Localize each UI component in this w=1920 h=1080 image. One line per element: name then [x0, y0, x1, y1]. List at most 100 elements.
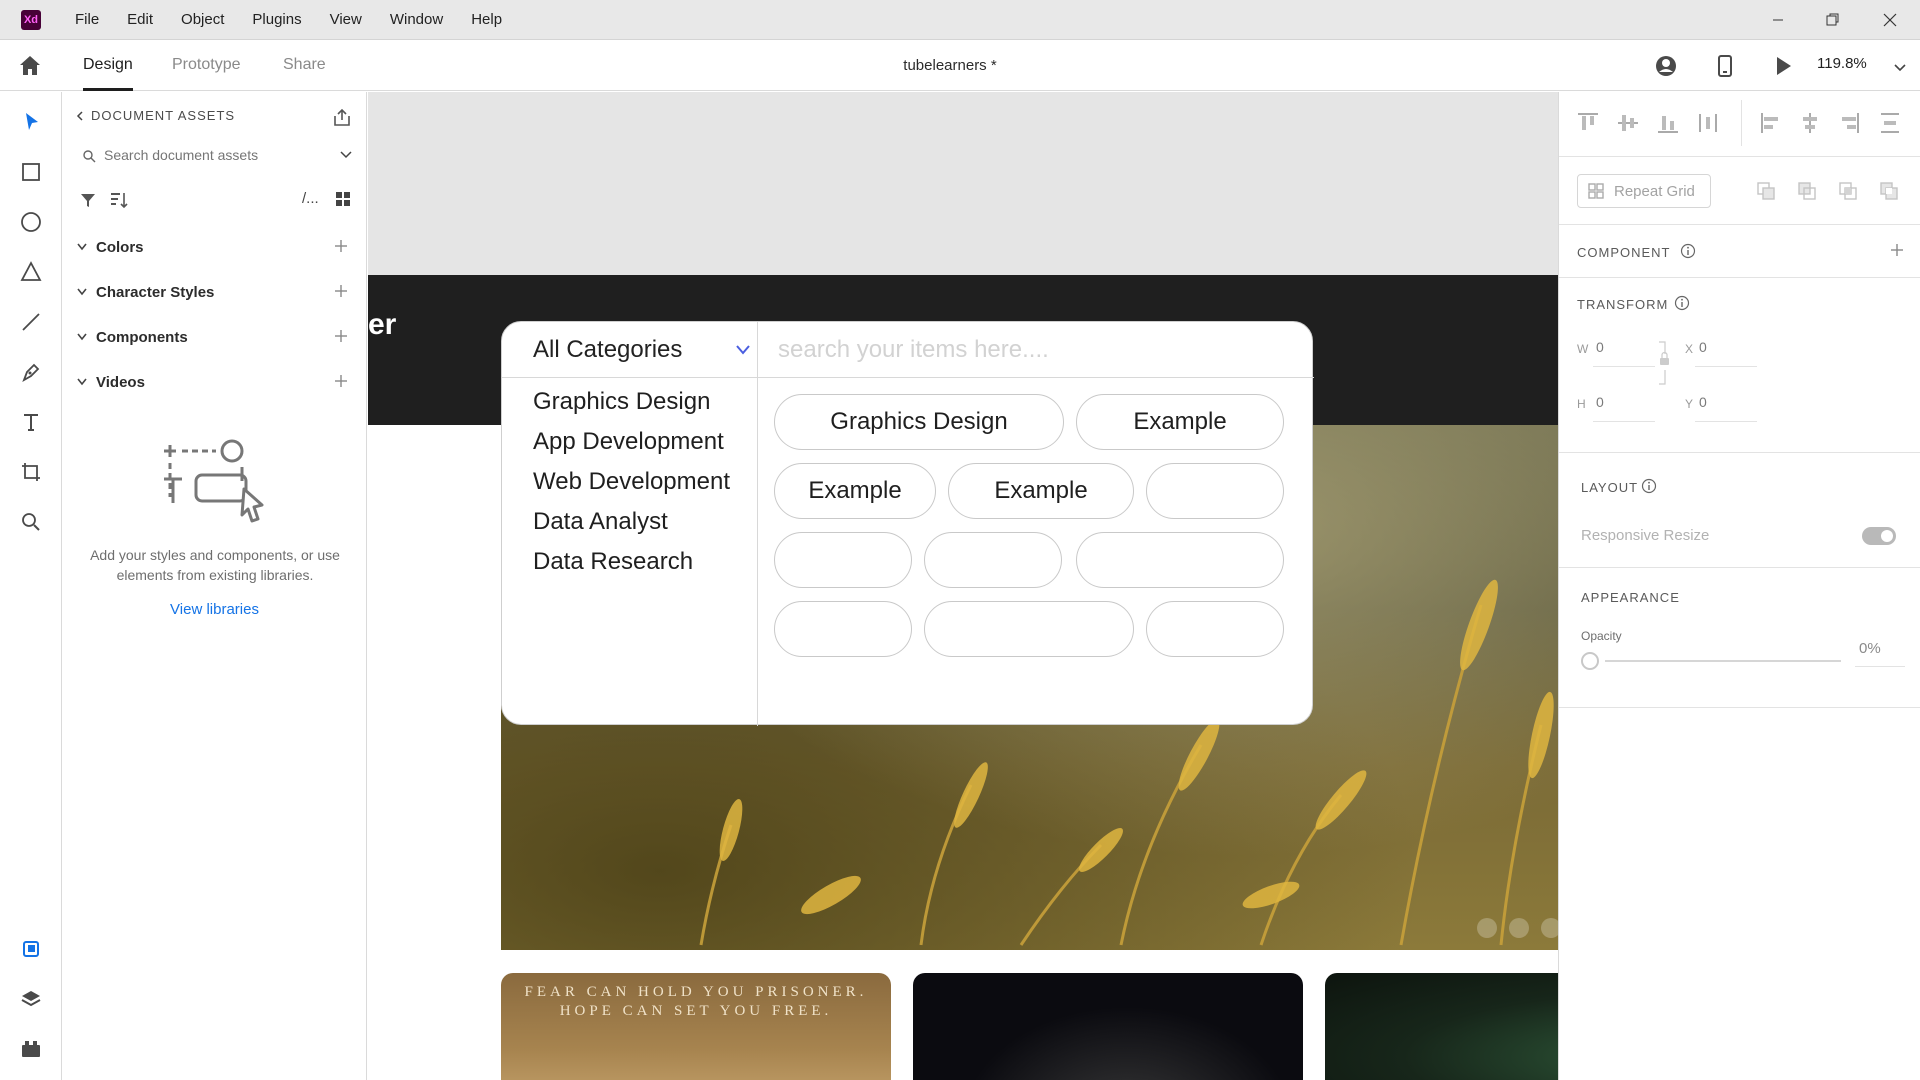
section-videos[interactable]: Videos [76, 370, 356, 394]
menu-edit[interactable]: Edit [113, 0, 167, 40]
menu-object[interactable]: Object [167, 0, 238, 40]
polygon-tool[interactable] [16, 257, 46, 287]
list-view-toggle[interactable]: /... [302, 190, 319, 207]
device-preview-button[interactable] [1711, 52, 1739, 80]
card-dark-image[interactable] [913, 973, 1303, 1080]
tag-pill[interactable]: Example [1076, 394, 1284, 450]
chevron-down-icon[interactable] [340, 151, 352, 160]
share-user-button[interactable] [1652, 52, 1680, 80]
chevron-down-icon[interactable] [735, 344, 751, 356]
artboard-tool[interactable] [16, 457, 46, 487]
select-tool[interactable] [16, 107, 46, 137]
plugins-panel-button[interactable] [16, 1034, 46, 1064]
distribute-horizontal-icon[interactable] [1693, 106, 1723, 140]
category-item[interactable]: Web Development [533, 466, 730, 506]
tag-pill[interactable]: Example [948, 463, 1134, 519]
menu-view[interactable]: View [316, 0, 376, 40]
search-items-input[interactable] [778, 332, 1288, 368]
tag-pill[interactable] [924, 532, 1062, 588]
field-underline [1593, 366, 1655, 367]
card-green-image[interactable] [1325, 973, 1558, 1080]
card-quote-image[interactable]: FEAR CAN HOLD YOU PRISONER. HOPE CAN SET… [501, 973, 891, 1080]
add-video-icon[interactable] [332, 372, 350, 390]
filter-button[interactable] [78, 190, 98, 210]
zoom-tool[interactable] [16, 507, 46, 537]
height-field[interactable]: 0 [1596, 394, 1604, 410]
distribute-vertical-icon[interactable] [1875, 106, 1905, 140]
add-character-style-icon[interactable] [332, 282, 350, 300]
info-icon[interactable] [1674, 295, 1690, 311]
align-left-icon[interactable] [1755, 106, 1785, 140]
sort-button[interactable] [108, 190, 130, 210]
tag-pill[interactable] [1146, 463, 1284, 519]
category-item[interactable]: Graphics Design [533, 386, 730, 426]
user-icon [1656, 56, 1676, 76]
boolean-intersect-icon[interactable] [1837, 180, 1859, 202]
lock-aspect-icon[interactable] [1657, 340, 1671, 388]
artboard[interactable]: er FEAR CAN HOLD YOU PRISONER. HOPE CAN … [368, 275, 1558, 1080]
close-button[interactable] [1867, 0, 1913, 40]
grid-view-toggle[interactable] [334, 190, 352, 208]
category-select[interactable]: All Categories [533, 336, 682, 364]
section-character-styles[interactable]: Character Styles [76, 280, 356, 304]
info-icon[interactable] [1680, 243, 1696, 259]
tag-pill[interactable] [1076, 532, 1284, 588]
design-canvas[interactable]: er FEAR CAN HOLD YOU PRISONER. HOPE CAN … [368, 92, 1558, 1080]
boolean-add-icon[interactable] [1755, 180, 1777, 202]
tag-pill[interactable] [1146, 601, 1284, 657]
tag-pill[interactable] [924, 601, 1134, 657]
boolean-subtract-icon[interactable] [1796, 180, 1818, 202]
category-item[interactable]: App Development [533, 426, 730, 466]
play-preview-button[interactable] [1769, 52, 1797, 80]
export-assets-button[interactable] [330, 106, 354, 130]
minimize-button[interactable] [1755, 0, 1801, 40]
align-center-icon[interactable] [1795, 106, 1825, 140]
align-top-icon[interactable] [1573, 106, 1603, 140]
x-field[interactable]: 0 [1699, 339, 1707, 355]
tag-pill[interactable] [774, 532, 912, 588]
layers-panel-button[interactable] [16, 984, 46, 1014]
menu-help[interactable]: Help [457, 0, 516, 40]
chevron-down-icon [77, 243, 87, 251]
boolean-exclude-icon[interactable] [1878, 180, 1900, 202]
zoom-level[interactable]: 119.8% [1817, 55, 1867, 72]
width-field[interactable]: 0 [1596, 339, 1604, 355]
carousel-dot[interactable] [1541, 918, 1558, 938]
restore-button[interactable] [1810, 0, 1856, 40]
tag-pill[interactable] [774, 601, 912, 657]
align-right-icon[interactable] [1835, 106, 1865, 140]
text-tool[interactable] [16, 407, 46, 437]
align-bottom-icon[interactable] [1653, 106, 1683, 140]
menu-plugins[interactable]: Plugins [238, 0, 315, 40]
section-colors[interactable]: Colors [76, 235, 356, 259]
info-icon[interactable] [1641, 478, 1657, 494]
view-libraries-link[interactable]: View libraries [62, 601, 367, 618]
opacity-slider-handle[interactable] [1581, 652, 1599, 670]
responsive-resize-toggle[interactable] [1862, 527, 1896, 545]
line-tool[interactable] [16, 307, 46, 337]
add-component-icon[interactable] [332, 327, 350, 345]
assets-header[interactable]: DOCUMENT ASSETS [75, 108, 235, 123]
y-field[interactable]: 0 [1699, 394, 1707, 410]
section-components[interactable]: Components [76, 325, 356, 349]
add-color-icon[interactable] [332, 237, 350, 255]
category-item[interactable]: Data Analyst [533, 506, 730, 546]
ellipse-tool[interactable] [16, 207, 46, 237]
align-middle-icon[interactable] [1613, 106, 1643, 140]
search-assets-input[interactable] [104, 142, 334, 168]
assets-panel-button[interactable] [16, 934, 46, 964]
zoom-dropdown[interactable] [1893, 60, 1907, 72]
rectangle-tool[interactable] [16, 157, 46, 187]
tag-pill[interactable]: Graphics Design [774, 394, 1064, 450]
menu-file[interactable]: File [61, 0, 113, 40]
category-item[interactable]: Data Research [533, 546, 730, 586]
menu-window[interactable]: Window [376, 0, 457, 40]
carousel-dot[interactable] [1477, 918, 1497, 938]
tag-pill[interactable]: Example [774, 463, 936, 519]
opacity-slider-track[interactable] [1605, 660, 1841, 662]
add-component-icon[interactable] [1889, 242, 1905, 258]
carousel-dot[interactable] [1509, 918, 1529, 938]
pen-tool[interactable] [16, 357, 46, 387]
repeat-grid-button[interactable]: Repeat Grid [1577, 174, 1711, 208]
opacity-value-field[interactable]: 0% [1859, 640, 1881, 657]
